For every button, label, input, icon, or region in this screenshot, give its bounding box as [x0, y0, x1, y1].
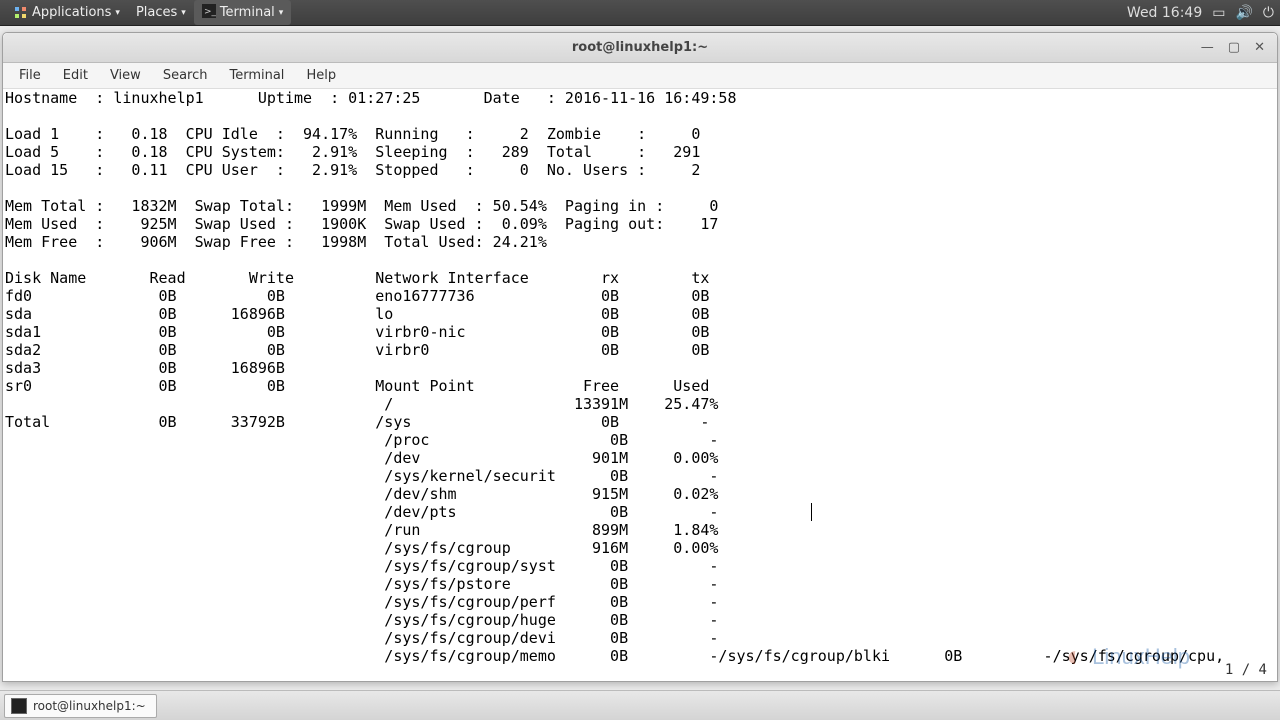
svg-text:>_: >_	[204, 7, 216, 17]
terminal-icon	[11, 698, 27, 714]
terminal-icon: >_	[202, 4, 216, 22]
task-terminal[interactable]: root@linuxhelp1:~	[4, 694, 157, 718]
window-title: root@linuxhelp1:~	[572, 40, 708, 55]
window-titlebar[interactable]: root@linuxhelp1:~ — ▢ ✕	[3, 33, 1277, 63]
applications-label: Applications	[32, 5, 111, 20]
menu-view[interactable]: View	[100, 65, 151, 86]
window-controls: — ▢ ✕	[1201, 40, 1277, 55]
desktop-taskbar: root@linuxhelp1:~	[0, 690, 1280, 720]
chevron-down-icon: ▾	[115, 8, 120, 18]
close-button[interactable]: ✕	[1254, 40, 1265, 55]
active-app-indicator[interactable]: >_ Terminal ▾	[194, 0, 291, 25]
menu-search[interactable]: Search	[153, 65, 218, 86]
display-icon[interactable]: ▭	[1212, 5, 1225, 21]
menu-file[interactable]: File	[9, 65, 51, 86]
pager-status: 1 / 4	[1225, 661, 1267, 679]
menu-edit[interactable]: Edit	[53, 65, 98, 86]
clock-label[interactable]: Wed 16:49	[1127, 5, 1202, 21]
places-menu[interactable]: Places ▾	[128, 0, 194, 25]
panel-tray: Wed 16:49 ▭ 🔊 ⏻	[1127, 5, 1274, 21]
maximize-button[interactable]: ▢	[1228, 40, 1240, 55]
menu-terminal[interactable]: Terminal	[219, 65, 294, 86]
task-label: root@linuxhelp1:~	[33, 699, 146, 713]
places-label: Places	[136, 5, 177, 20]
desktop-top-panel: Applications ▾ Places ▾ >_ Terminal ▾ We…	[0, 0, 1280, 26]
terminal-menubar: File Edit View Search Terminal Help	[3, 63, 1277, 89]
menu-help[interactable]: Help	[296, 65, 346, 86]
terminal-output[interactable]: Hostname : linuxhelp1 Uptime : 01:27:25 …	[3, 89, 1277, 681]
minimize-button[interactable]: —	[1201, 40, 1214, 55]
chevron-down-icon: ▾	[279, 8, 284, 18]
text-cursor	[811, 503, 812, 521]
chevron-down-icon: ▾	[181, 8, 186, 18]
volume-icon[interactable]: 🔊	[1235, 5, 1252, 21]
apps-icon	[14, 6, 28, 20]
applications-menu[interactable]: Applications ▾	[6, 0, 128, 25]
terminal-window: root@linuxhelp1:~ — ▢ ✕ File Edit View S…	[2, 32, 1278, 682]
power-icon[interactable]: ⏻	[1263, 5, 1274, 21]
active-app-label: Terminal	[220, 5, 275, 20]
